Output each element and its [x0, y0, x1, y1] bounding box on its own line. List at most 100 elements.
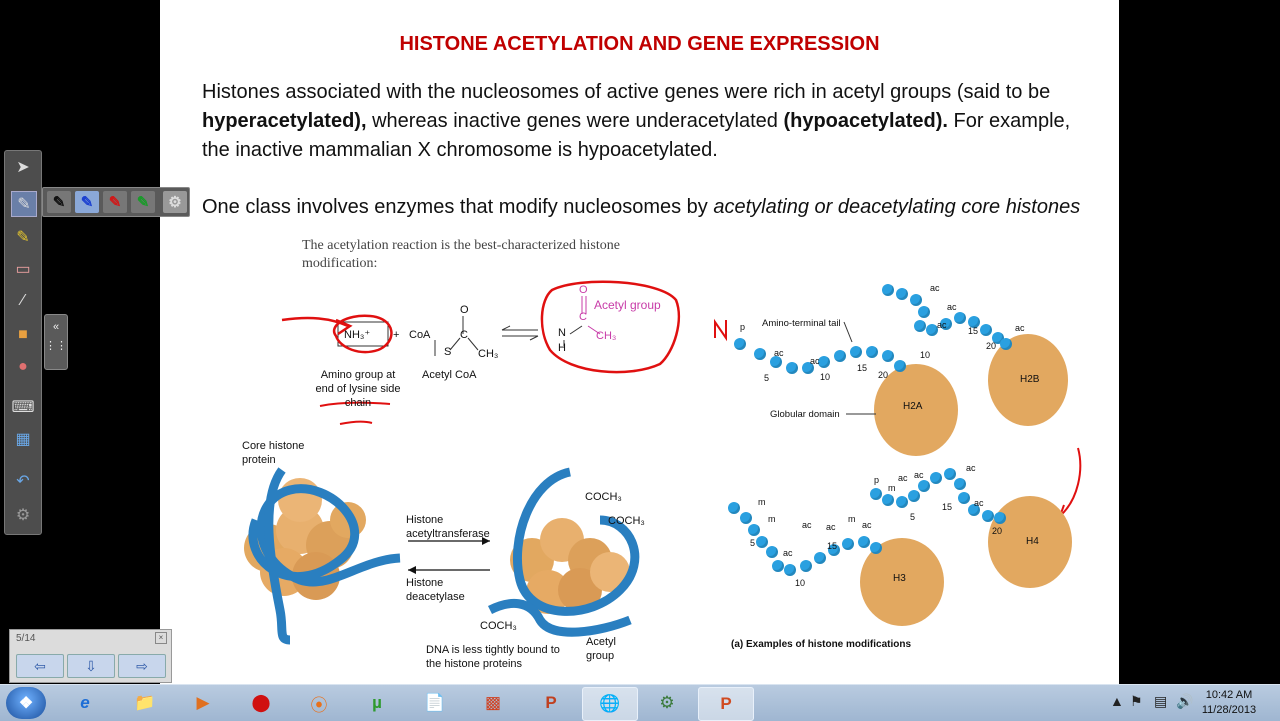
histone-bead	[918, 480, 930, 492]
pos-15-label: 15	[827, 541, 838, 551]
slide-menu-button[interactable]: ⇩	[67, 654, 115, 678]
sulfur-label: S	[444, 346, 452, 358]
mod-ac-label: ac	[974, 498, 984, 508]
pen-red-icon[interactable]: ✎	[103, 191, 127, 213]
mod-ac-label: ac	[898, 473, 908, 483]
histone-mod-caption: (a) Examples of histone modifications	[731, 639, 912, 650]
nitrogen-label: N	[558, 327, 566, 339]
histone-bead	[784, 564, 796, 576]
prev-slide-button[interactable]: ⇦	[16, 654, 64, 678]
histone-bead	[748, 524, 760, 536]
pos-20-label: 20	[878, 370, 889, 380]
settings-gear-icon[interactable]: ⚙	[11, 503, 35, 527]
histone-bead	[982, 510, 994, 522]
system-clock[interactable]: 10:42 AM 11/28/2013	[1198, 688, 1260, 718]
mod-ac-label: ac	[774, 348, 784, 358]
close-icon[interactable]: ×	[155, 632, 167, 644]
histone-bead	[850, 346, 862, 358]
histone-bead	[882, 350, 894, 362]
next-slide-button[interactable]: ⇨	[118, 654, 166, 678]
pen-blue-icon[interactable]: ✎	[75, 191, 99, 213]
bond-line	[467, 337, 479, 351]
hydrogen-label: H	[558, 342, 566, 354]
office-app-icon[interactable]: ▩	[466, 687, 520, 719]
acetyl-group-pointer-label: Acetyl group	[586, 636, 616, 662]
document-app-icon[interactable]: 📄	[408, 687, 462, 719]
pen-settings-gear-icon[interactable]: ⚙	[163, 191, 187, 213]
network-app-icon[interactable]: ⚙	[640, 687, 694, 719]
mod-ac-label: ac	[862, 520, 872, 530]
histone-bead	[772, 560, 784, 572]
acetyl-ch3-label: CH₃	[596, 330, 617, 342]
acetyl-carbon-label: C	[579, 311, 587, 323]
plus-sign: +	[393, 329, 400, 341]
pen-color-palette: ✎ ✎ ✎ ✎ ⚙	[42, 187, 190, 217]
tray-expand-icon[interactable]: ▲	[1110, 693, 1124, 709]
pen-green-icon[interactable]: ✎	[131, 191, 155, 213]
mod-ac-label: ac	[802, 520, 812, 530]
firefox-icon[interactable]: ⦿	[292, 687, 346, 719]
windows-logo-icon: ❖	[18, 695, 34, 712]
histone-bead	[994, 512, 1006, 524]
slide-navigator: 5/14 × ⇦ ⇩ ⇨	[9, 629, 172, 683]
histone-bead	[756, 536, 768, 548]
toolbar-collapse-tab[interactable]: « ⋮⋮	[44, 314, 68, 370]
line-tool-icon[interactable]: ∕	[11, 289, 35, 313]
nh3-label: NH₃⁺	[344, 329, 371, 341]
clock-date: 11/28/2013	[1201, 704, 1257, 716]
bond-line	[449, 337, 461, 351]
mod-ac-label: ac	[937, 320, 947, 330]
hdac-label: Histone deacetylase	[406, 577, 465, 603]
histone-bead	[786, 362, 798, 374]
coch3-label-b: COCH₃	[608, 515, 645, 527]
histone-bead	[954, 312, 966, 324]
mod-ac-label: ac	[826, 522, 836, 532]
shapes-icon[interactable]: ■	[11, 323, 35, 347]
keyboard-icon[interactable]: ⌨	[11, 395, 35, 419]
volume-icon[interactable]: 🔊	[1176, 693, 1193, 710]
action-center-flag-icon[interactable]: ⚑	[1130, 693, 1143, 710]
mod-ac-label: ac	[966, 463, 976, 473]
histone-bead	[858, 536, 870, 548]
eraser-icon[interactable]: ▭	[11, 257, 35, 281]
dna-binding-label: DNA is less tightly bound to the histone…	[426, 644, 560, 670]
histone-bead	[870, 542, 882, 554]
color-picker-icon[interactable]: ●	[11, 355, 35, 379]
coch3-label-a: COCH₃	[585, 491, 622, 503]
globular-domain-label: Globular domain	[770, 409, 840, 420]
opera-icon[interactable]: ⬤	[234, 687, 288, 719]
network-icon[interactable]: ▤	[1154, 693, 1167, 710]
histone-bead	[866, 346, 878, 358]
undo-icon[interactable]: ↶	[11, 469, 35, 493]
pen-tool-icon[interactable]: ✎	[11, 191, 37, 217]
select-arrow-icon[interactable]: ➤	[11, 155, 35, 179]
mod-ac-label: ac	[914, 470, 924, 480]
equilibrium-arrow	[502, 329, 538, 337]
pos-10-label: 10	[820, 372, 831, 382]
pen-black-icon[interactable]: ✎	[47, 191, 71, 213]
histone-bead	[910, 294, 922, 306]
highlighter-icon[interactable]: ✎	[11, 225, 35, 249]
powerpoint-active-icon[interactable]: P	[698, 687, 754, 721]
powerpoint-icon[interactable]: P	[524, 687, 578, 719]
pos-20-label: 20	[992, 526, 1003, 536]
core-histone-label: Core histone protein	[242, 440, 305, 466]
taskbar: ❖ e 📁 ▶ ⬤ ⦿ µ 📄 ▩ P 🌐 ⚙ P ▲ ⚑ ▤ 🔊 10:42 …	[0, 684, 1280, 721]
grip-icon: ⋮⋮	[45, 340, 67, 352]
histone-bead	[980, 324, 992, 336]
leader-line-tail	[843, 321, 853, 343]
media-player-icon[interactable]: ▶	[176, 687, 230, 719]
histone-bead	[896, 288, 908, 300]
histone-bead	[766, 546, 778, 558]
acetyl-group-label: Acetyl group	[594, 298, 661, 312]
start-button[interactable]: ❖	[6, 687, 46, 719]
internet-explorer-icon[interactable]: e	[58, 687, 112, 719]
whiteboard-icon[interactable]: ▦	[11, 427, 35, 451]
file-explorer-icon[interactable]: 📁	[118, 687, 172, 719]
histone-bead	[958, 492, 970, 504]
utorrent-icon[interactable]: µ	[350, 687, 404, 719]
carbon-label: C	[460, 329, 468, 341]
histone-bead	[814, 552, 826, 564]
histone-bead	[842, 538, 854, 550]
download-manager-icon[interactable]: 🌐	[582, 687, 638, 721]
